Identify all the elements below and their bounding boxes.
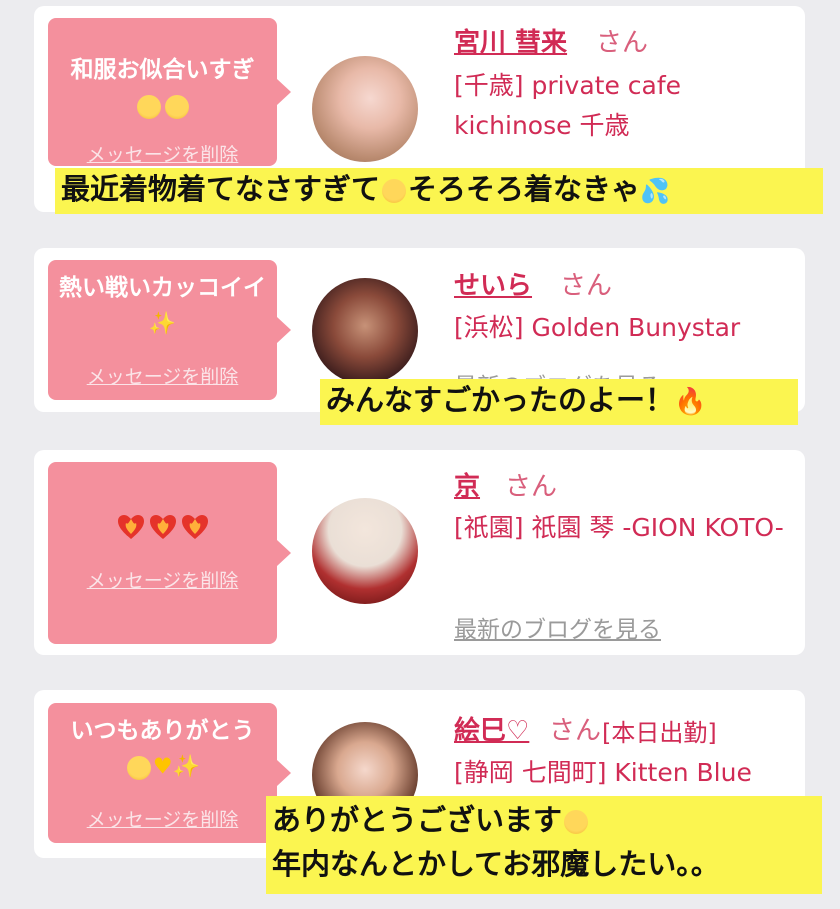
message-text: 熱い戦いカッコイイ (59, 275, 266, 301)
girl-name-link[interactable]: せいら (454, 265, 532, 302)
message-text: いつもありがとう (70, 718, 255, 744)
caption-text: みんなすごかったのよー！ (326, 383, 675, 417)
status-label: [本日出勤] (602, 719, 717, 747)
message-text: 和服お似合いすぎ (70, 57, 255, 83)
sparkles-icon: ✨ (172, 754, 201, 780)
shop-info: [千歳] private cafe kichinose 千歳 (454, 71, 682, 140)
caption-text: 年内なんとかしてお邪魔したい。。 (272, 847, 720, 881)
heart-on-fire-icon (149, 514, 176, 539)
overlay-caption: ありがとうございます 年内なんとかしてお邪魔したい。。 (266, 796, 822, 894)
caption-text: そろそろ着なきゃ (408, 172, 641, 206)
avatar[interactable] (312, 56, 418, 162)
shop-info: [浜松] Golden Bunystar (454, 313, 741, 342)
honorific: さん (596, 28, 649, 58)
delete-message-link[interactable]: メッセージを削除 (48, 805, 277, 832)
honorific: さん (505, 472, 558, 502)
caption-text: 最近着物着てなさすぎて (61, 172, 381, 206)
girl-name-link[interactable]: 京 (454, 466, 480, 503)
delete-message-link[interactable]: メッセージを削除 (48, 362, 277, 389)
girl-name-link[interactable]: 宮川 彗来 (454, 22, 567, 59)
pleading-face-icon (126, 755, 151, 780)
pleading-face-icon (136, 94, 161, 119)
delete-message-link[interactable]: メッセージを削除 (48, 140, 277, 167)
shop-info: [祇園] 祇園 琴 -GION KOTO- (454, 513, 784, 542)
delete-message-link[interactable]: メッセージを削除 (48, 566, 277, 593)
message-bubble: 熱い戦いカッコイイ ✨ メッセージを削除 (48, 260, 291, 400)
overlay-caption: みんなすごかったのよー！🔥 (320, 379, 798, 425)
girl-name-link[interactable]: 絵巳♡ (454, 710, 529, 747)
message-bubble: 和服お似合いすぎ メッセージを削除 (48, 18, 291, 167)
honorific: さん (560, 271, 613, 301)
smiling-face-icon (564, 810, 589, 834)
message-bubble: メッセージを削除 (48, 462, 291, 644)
caption-text: ありがとうございます (272, 803, 563, 837)
heart-on-fire-icon (181, 514, 208, 539)
yellow-heart-icon: ♥ (152, 754, 173, 780)
honorific: さん (549, 716, 602, 746)
overlay-caption: 最近着物着てなさすぎて そろそろ着なきゃ💦 (55, 168, 823, 214)
latest-blog-link[interactable]: 最新のブログを見る (454, 610, 661, 644)
message-bubble: いつもありがとう ♥✨ メッセージを削除 (48, 703, 291, 843)
shop-info: [静岡 七間町] Kitten Blue (454, 758, 752, 787)
heart-on-fire-icon (117, 514, 144, 539)
fire-icon: 🔥 (674, 387, 707, 417)
tears-of-joy-icon (382, 179, 407, 203)
pleading-face-icon (164, 94, 189, 119)
avatar[interactable] (312, 498, 418, 604)
sweat-droplets-icon: 💦 (640, 177, 670, 205)
sparkles-icon: ✨ (148, 311, 177, 337)
avatar[interactable] (312, 278, 418, 384)
